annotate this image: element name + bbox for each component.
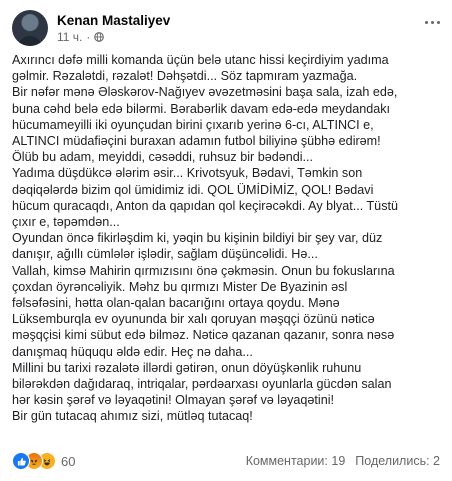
post-text-line: hücumameyilli iki oyunçudan birini çıxar…: [12, 117, 374, 132]
post-text-line: Ölüb bu adam, meyiddi, cəsəddi, ruhsuz b…: [12, 150, 314, 165]
post-text-line: ALTINCI müdafiəçini buraxan adamın futbo…: [12, 134, 381, 149]
post-text-line: çıxır e, təpəmdən...: [12, 215, 120, 230]
facebook-post: Kenan Mastaliyev 11 ч. · Axırıncı dəfə m…: [0, 0, 452, 481]
post-footer: 60 Комментарии: 19 Поделились: 2: [12, 451, 440, 471]
globe-icon: [94, 31, 105, 42]
post-text-line: gəlmir. Rəzalətdi, rəzalət! Dəhşətdi... …: [12, 69, 358, 84]
post-text-line: Bir gün tutacaq ahımız sizi, mütləq tuta…: [12, 409, 253, 424]
post-text-line: danışır, ağıllı cümlələr işlədir, sağlam…: [12, 247, 318, 262]
post-text-line: bilərəkdən dağıdaraq, intriqalar, pərdəa…: [12, 377, 392, 392]
post-text-line: Oyundan öncə fikirləşdim ki, yəqin bu ki…: [12, 231, 383, 246]
shares-count-link[interactable]: Поделились: 2: [355, 454, 440, 468]
post-text-line: Bir nəfər mənə Ələskərov-Nağıyev əvəzetm…: [12, 85, 398, 100]
post-text-line: Lüksemburqla ev oyununda bir xalı qoruya…: [12, 312, 375, 327]
post-text-line: buna cəhd belə edə bilərmi. Bərabərlik d…: [12, 101, 391, 116]
post-text-line: Vallah, kimsə Mahirin qırmızısını önə çə…: [12, 263, 395, 278]
post-text-line: Millini bu tarixi rəzalətə illərdi gətir…: [12, 360, 362, 375]
post-subline: 11 ч. ·: [57, 29, 170, 45]
more-horizontal-icon[interactable]: [420, 10, 444, 34]
post-text-line: Axırıncı dəfə milli komanda üçün belə ut…: [12, 53, 389, 67]
post-text-line: hücum quracaqdı, Anton da qapıdan qol ke…: [12, 198, 398, 213]
post-header: Kenan Mastaliyev 11 ч. ·: [12, 8, 170, 48]
like-icon: [12, 452, 30, 470]
post-text-line: məşqçisi kimi sübut edə bilməz. Nəticə q…: [12, 328, 395, 343]
post-text-line: hər kəsin şərəf və ləyaqətini! Olmayan ş…: [12, 393, 335, 408]
comments-count-link[interactable]: Комментарии: 19: [246, 454, 346, 468]
post-meta: Kenan Mastaliyev 11 ч. ·: [57, 12, 170, 45]
post-time[interactable]: 11 ч.: [57, 29, 82, 45]
reactions-summary[interactable]: 60: [12, 452, 75, 470]
author-name[interactable]: Kenan Mastaliyev: [57, 12, 170, 29]
post-stats: Комментарии: 19 Поделились: 2: [246, 454, 440, 468]
post-text-line: fəlsəfəsini, hətta olan-qalan bacarığını…: [12, 296, 340, 311]
separator-dot: ·: [86, 29, 91, 44]
post-body: Axırıncı dəfə milli komanda üçün belə ut…: [12, 52, 440, 425]
post-text-line: danışmaq hüququ əldə edir. Heç nə daha..…: [12, 344, 253, 359]
post-text-line: çoxdan öyrəncəliyik. Məhz bu qırmızı Mis…: [12, 279, 348, 294]
avatar[interactable]: [12, 10, 48, 46]
reaction-count: 60: [61, 453, 76, 469]
post-text-line: Yadıma düşdükcə ələrim əsir... Krivotsyu…: [12, 166, 363, 181]
post-text-line: dəqiqələrdə bizim qol ümidimiz idi. QOL …: [12, 182, 374, 197]
